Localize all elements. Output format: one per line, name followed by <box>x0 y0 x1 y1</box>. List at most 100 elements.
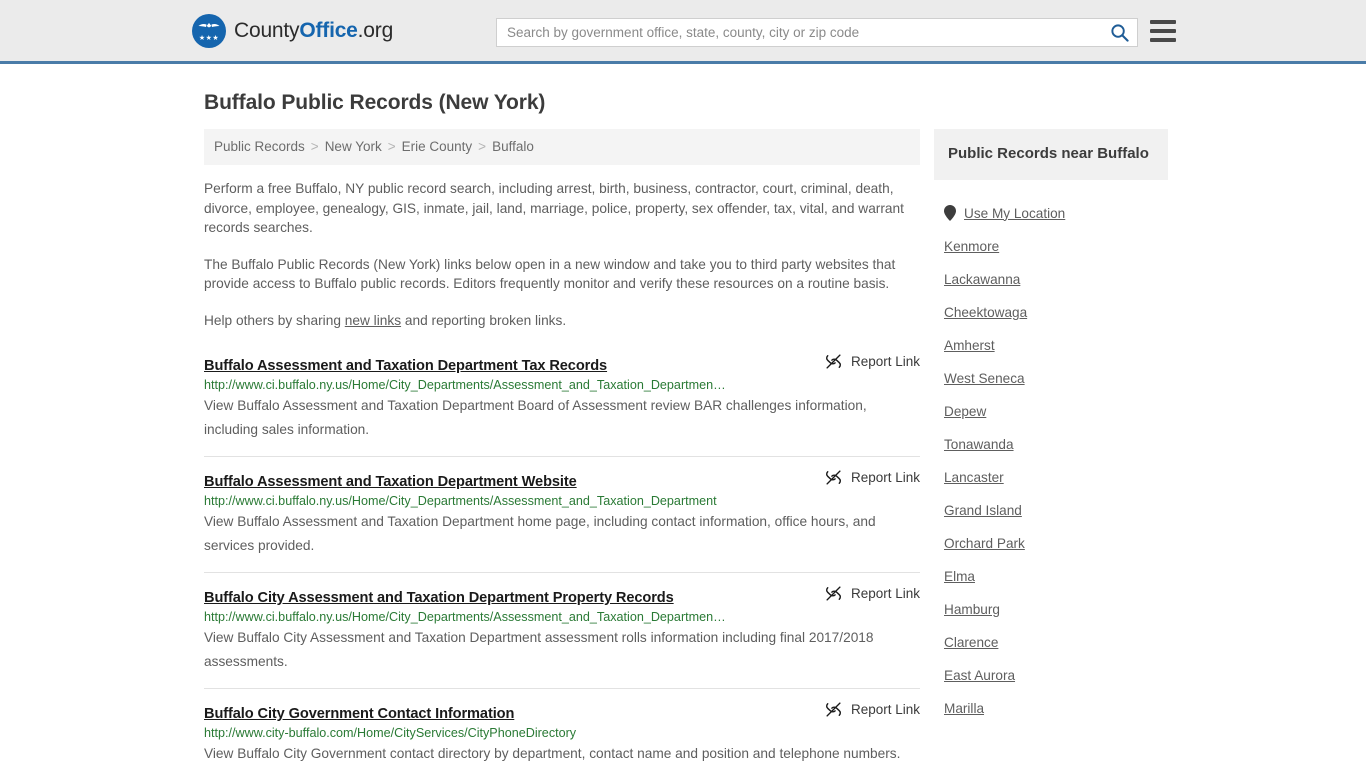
sidebar-item-elma[interactable]: Elma <box>934 560 1168 593</box>
sidebar-item-lackawanna[interactable]: Lackawanna <box>934 263 1168 296</box>
logo-text-county: County <box>234 18 300 42</box>
result-header: Buffalo Assessment and Taxation Departme… <box>204 353 920 374</box>
eagle-wings-icon <box>198 22 220 27</box>
sidebar-link[interactable]: Lancaster <box>944 470 1004 485</box>
search-icon <box>1110 24 1129 42</box>
sidebar-link[interactable]: Hamburg <box>944 602 1000 617</box>
content-columns: Public Records > New York > Erie County > Buff… <box>204 129 1174 768</box>
intro-paragraph-3: Help others by sharing new links and rep… <box>204 311 920 331</box>
result-header: Buffalo City Government Contact Informat… <box>204 701 920 722</box>
sidebar-link[interactable]: Elma <box>944 569 975 584</box>
breadcrumb-item-new-york[interactable]: New York <box>325 139 382 154</box>
sidebar-link[interactable]: Cheektowaga <box>944 305 1027 320</box>
result-item: Buffalo Assessment and Taxation Departme… <box>204 351 920 456</box>
broken-link-icon <box>825 702 841 717</box>
result-item: Buffalo City Government Contact Informat… <box>204 688 920 768</box>
logo-text-office: Office <box>299 18 358 42</box>
report-link-button[interactable]: Report Link <box>825 585 920 602</box>
result-url: http://www.ci.buffalo.ny.us/Home/City_De… <box>204 610 726 624</box>
sidebar-item-use-my-location[interactable]: Use My Location <box>934 196 1168 230</box>
breadcrumb-separator: > <box>310 139 319 154</box>
sidebar-link[interactable]: Marilla <box>944 701 984 716</box>
search-button[interactable] <box>1101 19 1137 46</box>
sidebar-item-orchard-park[interactable]: Orchard Park <box>934 527 1168 560</box>
sidebar-item-cheektowaga[interactable]: Cheektowaga <box>934 296 1168 329</box>
intro-paragraph-1: Perform a free Buffalo, NY public record… <box>204 181 904 235</box>
search-box <box>496 18 1138 47</box>
eagle-seal-icon: ★★★ <box>192 13 226 48</box>
sidebar-link[interactable]: West Seneca <box>944 371 1025 386</box>
result-url: http://www.ci.buffalo.ny.us/Home/City_De… <box>204 494 717 508</box>
page-container: Buffalo Public Records (New York) Public… <box>0 91 1366 768</box>
site-header: ★★★ CountyOffice.org <box>0 0 1366 64</box>
result-url: http://www.ci.buffalo.ny.us/Home/City_De… <box>204 378 726 392</box>
result-header: Buffalo Assessment and Taxation Departme… <box>204 469 920 490</box>
sidebar-link[interactable]: Lackawanna <box>944 272 1020 287</box>
result-description: View Buffalo City Assessment and Taxatio… <box>204 630 874 669</box>
hamburger-menu-icon[interactable] <box>1150 20 1176 42</box>
sidebar-item-lancaster[interactable]: Lancaster <box>934 461 1168 494</box>
breadcrumb: Public Records > New York > Erie County > Buff… <box>204 129 920 165</box>
sidebar-item-depew[interactable]: Depew <box>934 395 1168 428</box>
result-title-link[interactable]: Buffalo City Government Contact Informat… <box>204 706 514 722</box>
sidebar-item-kenmore[interactable]: Kenmore <box>934 230 1168 263</box>
sidebar: Public Records near Buffalo Use My Locat… <box>934 129 1168 725</box>
results-list: Buffalo Assessment and Taxation Departme… <box>204 351 920 768</box>
sidebar-link[interactable]: Amherst <box>944 338 995 353</box>
result-url: http://www.city-buffalo.com/Home/CitySer… <box>204 726 577 740</box>
report-link-label: Report Link <box>850 702 920 717</box>
sidebar-item-east-aurora[interactable]: East Aurora <box>934 659 1168 692</box>
breadcrumb-separator: > <box>387 139 396 154</box>
hamburger-bar <box>1150 38 1176 42</box>
new-links-link[interactable]: new links <box>345 313 401 328</box>
hamburger-bar <box>1150 29 1176 33</box>
sidebar-item-west-seneca[interactable]: West Seneca <box>934 362 1168 395</box>
logo-stars: ★★★ <box>198 34 220 42</box>
report-link-label: Report Link <box>850 354 920 369</box>
result-description: View Buffalo City Government contact dir… <box>204 746 901 761</box>
search-input[interactable] <box>497 19 1101 46</box>
report-link-label: Report Link <box>850 586 920 601</box>
site-logo[interactable]: ★★★ CountyOffice.org <box>192 13 393 48</box>
logo-text-org: .org <box>357 18 394 42</box>
sidebar-item-tonawanda[interactable]: Tonawanda <box>934 428 1168 461</box>
breadcrumb-separator: > <box>478 139 487 154</box>
sidebar-item-marilla[interactable]: Marilla <box>934 692 1168 725</box>
sidebar-link[interactable]: East Aurora <box>944 668 1015 683</box>
sidebar-item-amherst[interactable]: Amherst <box>934 329 1168 362</box>
sidebar-heading: Public Records near Buffalo <box>934 129 1168 180</box>
report-link-button[interactable]: Report Link <box>825 469 920 486</box>
broken-link-icon <box>825 470 841 485</box>
hamburger-bar <box>1150 20 1176 24</box>
broken-link-icon <box>825 586 841 601</box>
sidebar-link[interactable]: Depew <box>944 404 986 419</box>
broken-link-icon <box>825 354 841 369</box>
result-title-link[interactable]: Buffalo Assessment and Taxation Departme… <box>204 358 607 374</box>
report-link-button[interactable]: Report Link <box>825 701 920 718</box>
result-description: View Buffalo Assessment and Taxation Dep… <box>204 514 876 553</box>
sidebar-item-clarence[interactable]: Clarence <box>934 626 1168 659</box>
logo-wordmark: CountyOffice.org <box>234 19 393 43</box>
result-header: Buffalo City Assessment and Taxation Dep… <box>204 585 920 606</box>
sidebar-link[interactable]: Orchard Park <box>944 536 1025 551</box>
sidebar-link[interactable]: Tonawanda <box>944 437 1014 452</box>
page-title: Buffalo Public Records (New York) <box>204 91 546 114</box>
intro-paragraph-2: The Buffalo Public Records (New York) li… <box>204 256 896 292</box>
use-my-location-link[interactable]: Use My Location <box>964 206 1065 221</box>
breadcrumb-item-public-records[interactable]: Public Records <box>214 139 305 154</box>
sidebar-nearby-list: Use My Location Kenmore Lackawanna Cheek… <box>934 196 1168 725</box>
result-title-link[interactable]: Buffalo Assessment and Taxation Departme… <box>204 474 577 490</box>
sidebar-link[interactable]: Clarence <box>944 635 998 650</box>
sidebar-item-hamburg[interactable]: Hamburg <box>934 593 1168 626</box>
result-title-link[interactable]: Buffalo City Assessment and Taxation Dep… <box>204 590 674 606</box>
breadcrumb-item-erie-county[interactable]: Erie County <box>402 139 473 154</box>
sidebar-link[interactable]: Kenmore <box>944 239 999 254</box>
report-link-button[interactable]: Report Link <box>825 353 920 370</box>
breadcrumb-item-buffalo[interactable]: Buffalo <box>492 139 534 154</box>
sidebar-link[interactable]: Grand Island <box>944 503 1022 518</box>
intro-text-after-link: and reporting broken links. <box>401 312 567 328</box>
map-pin-icon <box>944 205 956 221</box>
main-column: Public Records > New York > Erie County > Buff… <box>204 129 920 768</box>
sidebar-item-grand-island[interactable]: Grand Island <box>934 494 1168 527</box>
intro-text-before-link: Help others by sharing <box>204 312 345 328</box>
